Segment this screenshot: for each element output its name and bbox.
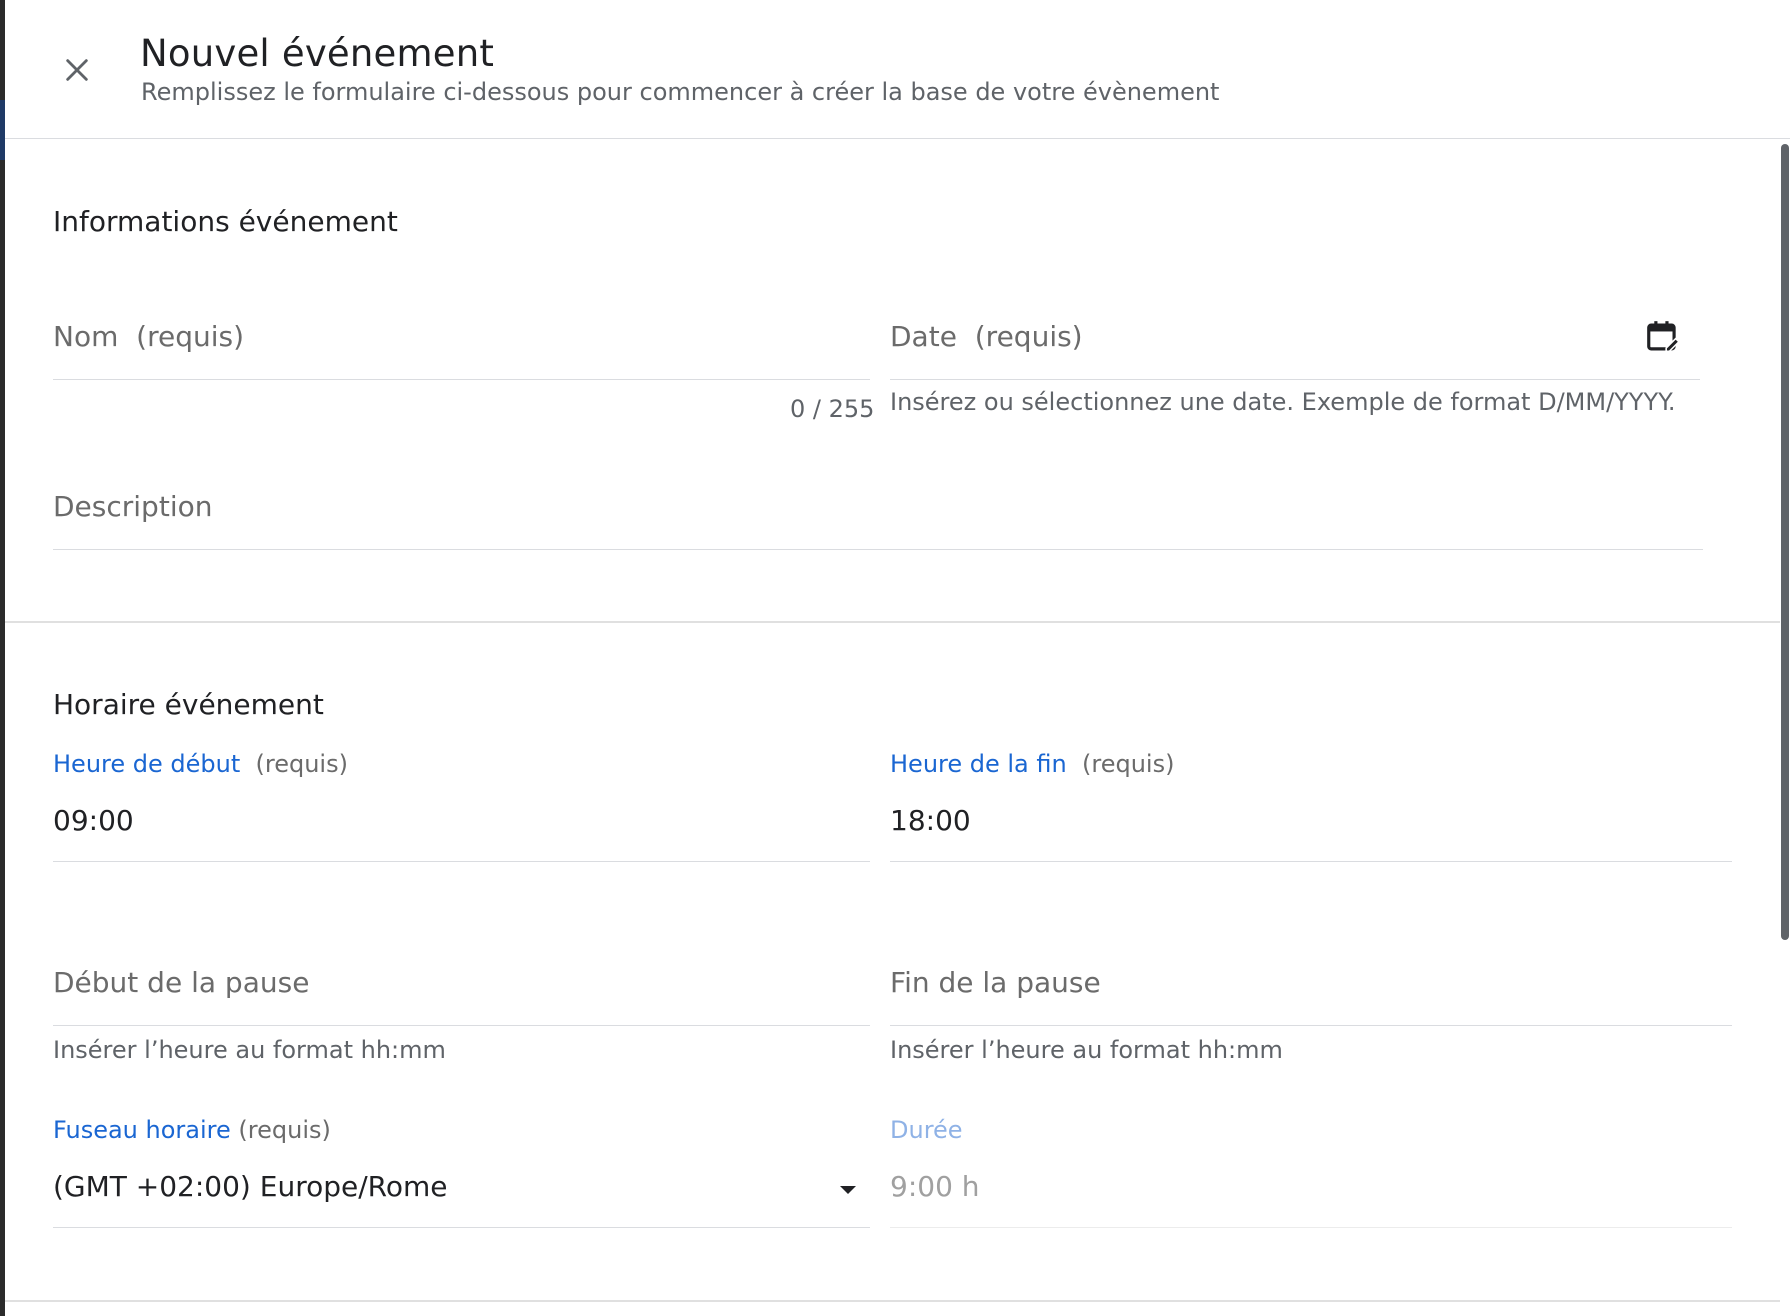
- duration-label: Durée: [890, 1116, 963, 1144]
- dropdown-arrow-icon[interactable]: [839, 1184, 857, 1196]
- description-field[interactable]: Description: [53, 470, 1703, 550]
- section-divider-bottom: [5, 1300, 1780, 1302]
- scrollbar-thumb[interactable]: [1781, 144, 1789, 940]
- close-button[interactable]: [57, 50, 97, 90]
- name-field[interactable]: Nom (requis): [53, 300, 870, 380]
- duration-field: Durée 9:00 h: [890, 1116, 1732, 1228]
- section-divider: [5, 621, 1780, 623]
- dialog-title: Nouvel événement: [140, 32, 495, 75]
- timezone-value: (GMT +02:00) Europe/Rome: [53, 1170, 448, 1203]
- section-title-info: Informations événement: [53, 205, 398, 238]
- break-end-placeholder: Fin de la pause: [890, 966, 1101, 999]
- break-start-hint: Insérer l’heure au format hh:mm: [53, 1036, 446, 1064]
- calendar-edit-icon[interactable]: [1644, 318, 1682, 356]
- start-time-value: 09:00: [53, 804, 134, 837]
- description-placeholder: Description: [53, 490, 213, 523]
- break-end-field[interactable]: Fin de la pause: [890, 946, 1732, 1026]
- end-time-value: 18:00: [890, 804, 971, 837]
- start-time-field[interactable]: Heure de début (requis) 09:00: [53, 750, 870, 862]
- break-end-hint: Insérer l’heure au format hh:mm: [890, 1036, 1283, 1064]
- timezone-label: Fuseau horaire (requis): [53, 1116, 331, 1144]
- break-start-field[interactable]: Début de la pause: [53, 946, 870, 1026]
- section-title-schedule: Horaire événement: [53, 688, 324, 721]
- end-time-field[interactable]: Heure de la fin (requis) 18:00: [890, 750, 1732, 862]
- name-placeholder: Nom (requis): [53, 320, 245, 353]
- duration-value: 9:00 h: [890, 1170, 980, 1203]
- date-hint: Insérez ou sélectionnez une date. Exempl…: [890, 388, 1676, 416]
- close-icon: [63, 56, 91, 84]
- end-time-label: Heure de la fin (requis): [890, 750, 1175, 778]
- date-field[interactable]: Date (requis): [890, 300, 1700, 380]
- form-content: Informations événement Nom (requis) 0 / …: [5, 140, 1780, 1316]
- date-placeholder: Date (requis): [890, 320, 1083, 353]
- timezone-select[interactable]: Fuseau horaire (requis) (GMT +02:00) Eur…: [53, 1116, 870, 1228]
- dialog-header: Nouvel événement Remplissez le formulair…: [5, 0, 1790, 139]
- dialog-subtitle: Remplissez le formulaire ci-dessous pour…: [141, 78, 1220, 106]
- break-start-placeholder: Début de la pause: [53, 966, 310, 999]
- name-char-counter: 0 / 255: [790, 395, 875, 423]
- vertical-scrollbar[interactable]: [1780, 140, 1790, 1316]
- start-time-label: Heure de début (requis): [53, 750, 348, 778]
